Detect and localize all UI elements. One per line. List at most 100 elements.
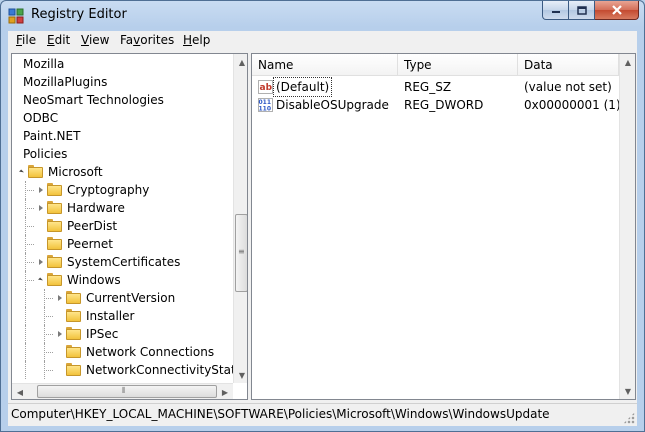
resize-grip-icon[interactable] xyxy=(623,412,635,424)
tree-item[interactable]: NetworkConnectivityStatusIr xyxy=(12,361,247,379)
tree-item[interactable]: IPSec xyxy=(12,325,233,343)
menu-favorites-part: Fa xyxy=(120,33,134,47)
expanded-arrow-icon[interactable] xyxy=(38,277,43,283)
menu-favorites-part: orites xyxy=(140,33,175,47)
tree-vertical-scroll-thumb[interactable]: ≡ xyxy=(235,214,247,292)
tree-item[interactable]: MozillaPlugins xyxy=(12,73,233,91)
tree-item-label: IPSec xyxy=(86,327,119,341)
menu-help[interactable]: Help xyxy=(183,33,210,47)
tree-connector xyxy=(44,289,45,307)
tree-item-label: NeoSmart Technologies xyxy=(23,93,164,107)
menu-view-rest: iew xyxy=(88,33,110,47)
tree-item-label: Hardware xyxy=(67,201,125,215)
tree-item[interactable]: Hardware xyxy=(12,199,233,217)
value-name[interactable]: DisableOSUpgrade xyxy=(276,96,389,114)
tree-item[interactable]: Installer xyxy=(12,307,233,325)
status-bar: Computer\HKEY_LOCAL_MACHINE\SOFTWARE\Pol… xyxy=(8,403,637,426)
maximize-icon xyxy=(576,5,587,15)
svg-text:ab: ab xyxy=(260,83,273,93)
tree-item[interactable]: Microsoft xyxy=(12,163,233,181)
tree-connector xyxy=(25,235,26,253)
folder-icon xyxy=(47,201,62,214)
collapsed-arrow-icon[interactable] xyxy=(58,331,62,337)
registry-values-list[interactable]: Name Type Data ab (Default) REG_SZ (valu… xyxy=(251,53,636,400)
tree-item[interactable]: Cryptography xyxy=(12,181,233,199)
expanded-arrow-icon[interactable] xyxy=(19,169,24,175)
title-bar[interactable]: Registry Editor xyxy=(1,1,644,29)
tree-horizontal-scroll-thumb[interactable]: ⦀ xyxy=(37,385,217,398)
scroll-left-arrow-icon[interactable]: ◀ xyxy=(12,384,28,399)
menu-edit[interactable]: Edit xyxy=(47,33,70,47)
tree-connector xyxy=(25,325,26,343)
tree-horizontal-scrollbar[interactable]: ◀ ⦀ ▶ xyxy=(12,383,233,399)
tree-item[interactable]: SystemCertificates xyxy=(12,253,233,271)
column-header-name[interactable]: Name xyxy=(252,54,398,76)
minimize-button[interactable] xyxy=(542,1,569,20)
maximize-button[interactable] xyxy=(569,1,595,20)
column-header-data[interactable]: Data xyxy=(518,54,619,76)
scroll-up-arrow-icon[interactable]: ▲ xyxy=(620,54,635,70)
collapsed-arrow-icon[interactable] xyxy=(58,295,62,301)
client-area: Mozilla MozillaPlugins NeoSmart Technologi… xyxy=(8,51,637,403)
tree-item-label: Policies xyxy=(23,147,68,161)
scroll-down-arrow-icon[interactable]: ▼ xyxy=(620,383,635,399)
tree-item-label: Paint.NET xyxy=(23,129,81,143)
tree-item-label: ODBC xyxy=(23,111,59,125)
folder-icon xyxy=(66,327,81,340)
tree-connector xyxy=(44,361,45,379)
tree-connector xyxy=(25,289,26,307)
registry-editor-app-icon xyxy=(8,8,24,24)
folder-icon xyxy=(47,183,62,196)
tree-item[interactable]: Peernet xyxy=(12,235,233,253)
menu-bar: File Edit View Favorites Help xyxy=(8,31,637,51)
tree-item[interactable]: Paint.NET xyxy=(12,127,233,145)
registry-key-tree[interactable]: Mozilla MozillaPlugins NeoSmart Technologi… xyxy=(11,53,248,400)
window-title: Registry Editor xyxy=(31,7,127,22)
tree-item[interactable]: CurrentVersion xyxy=(12,289,233,307)
value-name[interactable]: (Default) xyxy=(272,77,333,97)
tree-item[interactable]: PeerDist xyxy=(12,217,233,235)
tree-item[interactable]: Mozilla xyxy=(12,55,233,73)
collapsed-arrow-icon[interactable] xyxy=(39,259,43,265)
tree-item[interactable]: Policies xyxy=(12,145,233,163)
value-type: REG_SZ xyxy=(404,80,452,94)
tree-connector xyxy=(44,298,53,299)
tree-item[interactable]: NeoSmart Technologies xyxy=(12,91,233,109)
menu-edit-accel: E xyxy=(47,33,55,47)
value-data: 0x00000001 (1) xyxy=(524,98,621,112)
value-row[interactable]: 011 110 DisableOSUpgrade REG_DWORD 0x000… xyxy=(252,96,635,114)
menu-file[interactable]: File xyxy=(16,33,36,47)
tree-connector xyxy=(25,307,26,325)
value-row[interactable]: ab (Default) REG_SZ (value not set) xyxy=(252,77,635,97)
list-vertical-scrollbar[interactable]: ▲ ▼ xyxy=(619,54,635,399)
tree-item-label: Installer xyxy=(86,309,135,323)
tree-connector xyxy=(25,217,26,235)
scroll-right-arrow-icon[interactable]: ▶ xyxy=(217,384,233,399)
minimize-icon xyxy=(551,11,560,13)
column-header-type[interactable]: Type xyxy=(398,54,518,76)
tree-item[interactable]: Network Connections xyxy=(12,343,233,361)
tree-connector xyxy=(44,325,45,343)
menu-view[interactable]: View xyxy=(81,33,109,47)
close-button[interactable] xyxy=(595,1,639,20)
collapsed-arrow-icon[interactable] xyxy=(39,187,43,193)
tree-item-label: Network Connections xyxy=(86,345,215,359)
menu-favorites[interactable]: Favorites xyxy=(120,33,174,47)
tree-item[interactable]: ODBC xyxy=(12,109,233,127)
folder-icon xyxy=(66,309,81,322)
scroll-up-arrow-icon[interactable]: ▲ xyxy=(234,54,247,70)
binary-value-icon: 011 110 xyxy=(258,98,273,112)
tree-item[interactable]: Windows xyxy=(12,271,233,289)
folder-icon xyxy=(47,219,62,232)
tree-item-label: SystemCertificates xyxy=(67,255,181,269)
collapsed-arrow-icon[interactable] xyxy=(39,205,43,211)
value-type: REG_DWORD xyxy=(404,98,484,112)
tree-vertical-scrollbar[interactable]: ▲ ≡ ▼ xyxy=(233,54,247,383)
menu-view-accel: V xyxy=(81,33,89,47)
tree-connector xyxy=(25,343,26,361)
scroll-down-arrow-icon[interactable]: ▼ xyxy=(234,367,247,383)
tree-connector xyxy=(25,361,26,379)
menu-help-rest: elp xyxy=(192,33,211,47)
status-path: Computer\HKEY_LOCAL_MACHINE\SOFTWARE\Pol… xyxy=(11,407,550,421)
tree-connector xyxy=(44,370,53,371)
